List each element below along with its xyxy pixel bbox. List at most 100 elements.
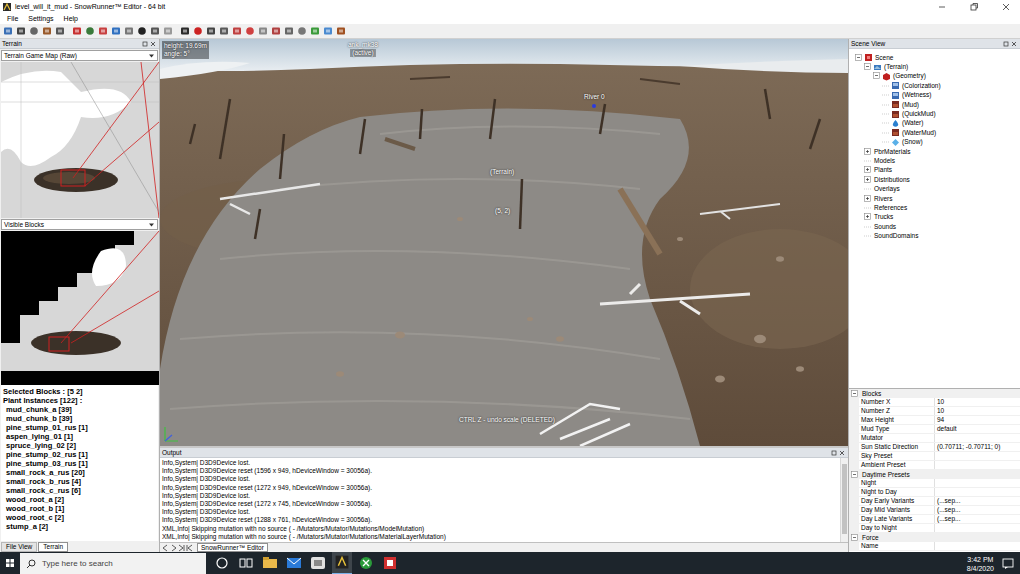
tool-icon[interactable] <box>163 26 173 36</box>
plant-item[interactable]: spruce_lying_02 [2] <box>3 441 156 450</box>
expander-icon[interactable] <box>864 63 872 71</box>
minimize-icon[interactable] <box>936 2 948 12</box>
menu-item[interactable]: Settings <box>23 14 58 23</box>
property-row[interactable]: Sun Static Direction(0.70711; -0.70711; … <box>849 443 1020 452</box>
tool-icon[interactable] <box>16 26 26 36</box>
taskbar-app-icon[interactable] <box>284 552 304 574</box>
tree-item[interactable]: Models <box>855 156 1020 165</box>
property-row[interactable]: Number Z10 <box>849 407 1020 416</box>
plant-item[interactable]: wood_root_b [1] <box>3 504 156 513</box>
pin-icon[interactable] <box>830 449 838 457</box>
taskbar-clock[interactable]: 3:42 PM8/4/2020 <box>961 555 1000 573</box>
tool-icon[interactable] <box>98 26 108 36</box>
expander-icon[interactable] <box>851 390 859 398</box>
close-icon[interactable] <box>838 449 846 457</box>
visible-blocks-map[interactable] <box>1 231 159 385</box>
dropdown[interactable]: Visible Blocks <box>1 219 158 230</box>
scene-label[interactable]: (Terrain) <box>490 168 514 176</box>
dropdown[interactable]: Terrain Game Map (Raw) <box>1 50 158 61</box>
taskbar-app-icon[interactable] <box>308 552 328 574</box>
expander-icon[interactable] <box>864 195 872 203</box>
chevron-down-icon[interactable] <box>148 52 155 59</box>
scene-label[interactable]: (5, 2) <box>495 207 510 215</box>
expander-icon[interactable] <box>851 471 859 479</box>
tool-icon[interactable] <box>232 26 242 36</box>
plant-item[interactable]: small_rock_a_rus [20] <box>3 468 156 477</box>
tool-icon[interactable] <box>72 26 82 36</box>
tree-item[interactable]: (Terrain) <box>855 62 1020 71</box>
taskbar-app-icon[interactable] <box>236 552 256 574</box>
tool-icon[interactable] <box>124 26 134 36</box>
close-icon[interactable] <box>149 40 157 48</box>
plant-item[interactable]: aspen_lying_01 [1] <box>3 432 156 441</box>
tool-icon[interactable] <box>245 26 255 36</box>
tree-item[interactable]: (Snow) <box>855 138 1020 147</box>
tool-icon[interactable] <box>310 26 320 36</box>
tool-icon[interactable] <box>323 26 333 36</box>
menu-item[interactable]: Help <box>59 14 83 23</box>
viewport[interactable]: height: 19.69mangle: 5°ank_mk38(active)R… <box>160 39 848 446</box>
tab-nav-icon[interactable] <box>170 544 177 552</box>
pin-icon[interactable] <box>1002 40 1010 48</box>
tool-icon[interactable] <box>219 26 229 36</box>
tree-item[interactable]: Scene <box>855 53 1020 62</box>
tool-icon[interactable] <box>29 26 39 36</box>
tab-nav-icon[interactable] <box>178 544 185 552</box>
tab-nav-icon[interactable] <box>186 544 193 552</box>
scene-canvas[interactable] <box>160 39 848 446</box>
tree-item[interactable]: (Wetness) <box>855 91 1020 100</box>
property-row[interactable]: Night <box>849 479 1020 488</box>
taskbar-app-icon[interactable] <box>212 552 232 574</box>
expander-icon[interactable] <box>864 148 872 156</box>
property-value[interactable]: (...sep... <box>935 515 1020 523</box>
tool-icon[interactable] <box>297 26 307 36</box>
tool-icon[interactable] <box>42 26 52 36</box>
expander-icon[interactable] <box>851 534 859 542</box>
plant-item[interactable]: pine_stump_02_rus [1] <box>3 450 156 459</box>
plant-item[interactable]: pine_stump_01_rus [1] <box>3 423 156 432</box>
tree-item[interactable]: Trucks <box>855 213 1020 222</box>
tool-icon[interactable] <box>3 26 13 36</box>
property-row[interactable]: Night to Day <box>849 488 1020 497</box>
tool-icon[interactable] <box>193 26 203 36</box>
river-point[interactable] <box>592 104 596 108</box>
expander-icon[interactable] <box>864 176 872 184</box>
panel-tab[interactable]: Terrain <box>38 542 68 552</box>
truck-label[interactable]: ank_mk38(active) <box>348 41 378 57</box>
search-placeholder[interactable]: Type here to search <box>42 559 113 569</box>
property-value[interactable]: 10 <box>935 398 1020 406</box>
property-row[interactable]: Ambient Preset <box>849 461 1020 470</box>
tool-icon[interactable] <box>150 26 160 36</box>
tree-item[interactable]: Distributions <box>855 175 1020 184</box>
property-row[interactable]: Number X10 <box>849 398 1020 407</box>
scroll-thumb[interactable] <box>842 464 847 534</box>
plant-item[interactable]: wood_root_c [2] <box>3 513 156 522</box>
plant-item[interactable]: pine_stump_03_rus [1] <box>3 459 156 468</box>
property-group[interactable]: Blocks <box>849 389 1020 398</box>
menu-item[interactable]: File <box>2 14 23 23</box>
tree-item[interactable]: (Geometry) <box>855 72 1020 81</box>
expander-icon[interactable] <box>864 166 872 174</box>
tool-icon[interactable] <box>284 26 294 36</box>
restore-icon[interactable] <box>968 2 980 12</box>
document-tab[interactable]: SnowRunner™ Editor <box>197 543 268 552</box>
tool-icon[interactable] <box>206 26 216 36</box>
tool-icon[interactable] <box>137 26 147 36</box>
plant-item[interactable]: mud_chunk_b [39] <box>3 414 156 423</box>
tree-item[interactable]: (QuickMud) <box>855 109 1020 118</box>
tool-icon[interactable] <box>271 26 281 36</box>
property-value[interactable]: (0.70711; -0.70711; 0) <box>935 443 1020 451</box>
plant-item[interactable]: small_rock_b_rus [4] <box>3 477 156 486</box>
property-value[interactable]: default <box>935 425 1020 433</box>
tree-item[interactable]: Plants <box>855 166 1020 175</box>
plant-item[interactable]: stump_a [2] <box>3 522 156 531</box>
tool-icon[interactable] <box>55 26 65 36</box>
panel-tab[interactable]: File View <box>1 542 37 552</box>
property-row[interactable]: Name <box>849 542 1020 551</box>
property-row[interactable]: Day to Night <box>849 524 1020 533</box>
plant-item[interactable]: small_rock_c_rus [6] <box>3 486 156 495</box>
close-icon[interactable] <box>1010 40 1018 48</box>
property-row[interactable]: Max Height94 <box>849 416 1020 425</box>
plant-item[interactable]: mud_chunk_a [39] <box>3 405 156 414</box>
property-value[interactable]: (...sep... <box>935 497 1020 505</box>
